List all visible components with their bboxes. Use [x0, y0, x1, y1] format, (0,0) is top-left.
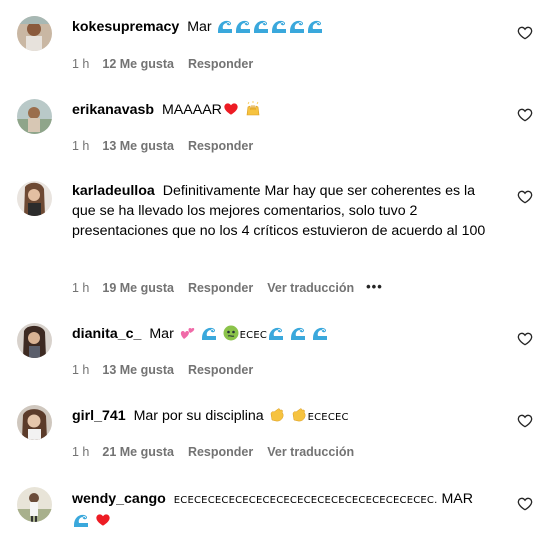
comment-meta: 1 h 19 Me gusta Responder Ver traducción…	[72, 279, 383, 295]
timestamp: 1 h	[72, 445, 90, 459]
avatar[interactable]	[17, 16, 52, 51]
avatar[interactable]	[17, 99, 52, 134]
timestamp: 1 h	[72, 139, 90, 153]
comment-text: MAR	[441, 491, 473, 507]
comment-body: karladeulloa Definitivamente Mar hay que…	[72, 181, 502, 241]
like-heart-icon[interactable]	[517, 331, 533, 347]
comment-body: kokesupremacy Mar	[72, 17, 500, 37]
likes-count[interactable]: 12 Me gusta	[102, 57, 174, 71]
comment-text: Mar por su disciplina	[133, 408, 264, 424]
username[interactable]: girl_741	[72, 408, 126, 424]
reply-button[interactable]: Responder	[188, 139, 253, 153]
unrendered-emoji-text: ECECECECECECECECECECECECECECECECECECEC.	[173, 495, 438, 506]
comment-meta: 1 h 21 Me gusta Responder Ver traducción	[72, 445, 366, 459]
unrendered-emoji-text: ECEC	[239, 330, 268, 341]
reply-button[interactable]: Responder	[188, 363, 253, 377]
comment-body: girl_741 Mar por su disciplina ECECEC	[72, 406, 500, 428]
see-translation-button[interactable]: Ver traducción	[267, 445, 354, 459]
water-wave-emoji-icon	[271, 18, 287, 34]
username[interactable]: kokesupremacy	[72, 19, 179, 35]
avatar[interactable]	[17, 181, 52, 216]
water-wave-emoji-icon	[290, 325, 306, 341]
comment-meta: 1 h 12 Me gusta Responder	[72, 57, 267, 71]
comment-text: MAAAAR	[161, 102, 222, 118]
avatar[interactable]	[17, 487, 52, 522]
water-wave-emoji-icon	[268, 325, 284, 341]
unrendered-emoji-text: ECECEC	[307, 412, 349, 423]
water-wave-emoji-icon	[217, 18, 233, 34]
comment-text: Mar	[149, 326, 174, 342]
reply-button[interactable]: Responder	[188, 445, 253, 459]
nauseated-face-emoji-icon	[223, 325, 239, 341]
username[interactable]: erikanavasb	[72, 102, 154, 118]
comment-meta: 1 h 13 Me gusta Responder	[72, 139, 267, 153]
water-wave-emoji-icon	[73, 512, 89, 528]
water-wave-emoji-icon	[312, 325, 328, 341]
more-options-icon[interactable]: •••	[366, 279, 383, 295]
likes-count[interactable]: 13 Me gusta	[102, 363, 174, 377]
reply-button[interactable]: Responder	[188, 57, 253, 71]
comment-body: erikanavasb MAAAAR	[72, 100, 500, 120]
red-heart-emoji-icon	[223, 101, 239, 117]
avatar[interactable]	[17, 323, 52, 358]
see-translation-button[interactable]: Ver traducción	[267, 281, 354, 295]
likes-count[interactable]: 21 Me gusta	[102, 445, 174, 459]
timestamp: 1 h	[72, 57, 90, 71]
red-heart-emoji-icon	[95, 512, 111, 528]
timestamp: 1 h	[72, 281, 90, 295]
comment-text: Mar	[187, 19, 212, 35]
username[interactable]: karladeulloa	[72, 183, 155, 199]
like-heart-icon[interactable]	[517, 189, 533, 205]
like-heart-icon[interactable]	[517, 107, 533, 123]
like-heart-icon[interactable]	[517, 25, 533, 41]
clapping-hands-emoji-icon	[292, 408, 306, 422]
comment-body: wendy_cango ECECECECECECECECECECECECECEC…	[72, 489, 492, 531]
like-heart-icon[interactable]	[517, 413, 533, 429]
username[interactable]: wendy_cango	[72, 491, 166, 507]
water-wave-emoji-icon	[289, 18, 305, 34]
reply-button[interactable]: Responder	[188, 281, 253, 295]
water-wave-emoji-icon	[235, 18, 251, 34]
water-wave-emoji-icon	[253, 18, 269, 34]
timestamp: 1 h	[72, 363, 90, 377]
clapping-hands-emoji-icon	[270, 408, 284, 422]
comment-body: dianita_c_ Mar ECEC	[72, 324, 500, 346]
likes-count[interactable]: 13 Me gusta	[102, 139, 174, 153]
username[interactable]: dianita_c_	[72, 326, 141, 342]
water-wave-emoji-icon	[201, 325, 217, 341]
two-hearts-emoji-icon	[180, 328, 194, 339]
like-heart-icon[interactable]	[517, 496, 533, 512]
likes-count[interactable]: 19 Me gusta	[102, 281, 174, 295]
water-wave-emoji-icon	[307, 18, 323, 34]
raising-hands-emoji-icon	[246, 101, 260, 116]
comment-meta: 1 h 13 Me gusta Responder	[72, 363, 267, 377]
avatar[interactable]	[17, 405, 52, 440]
